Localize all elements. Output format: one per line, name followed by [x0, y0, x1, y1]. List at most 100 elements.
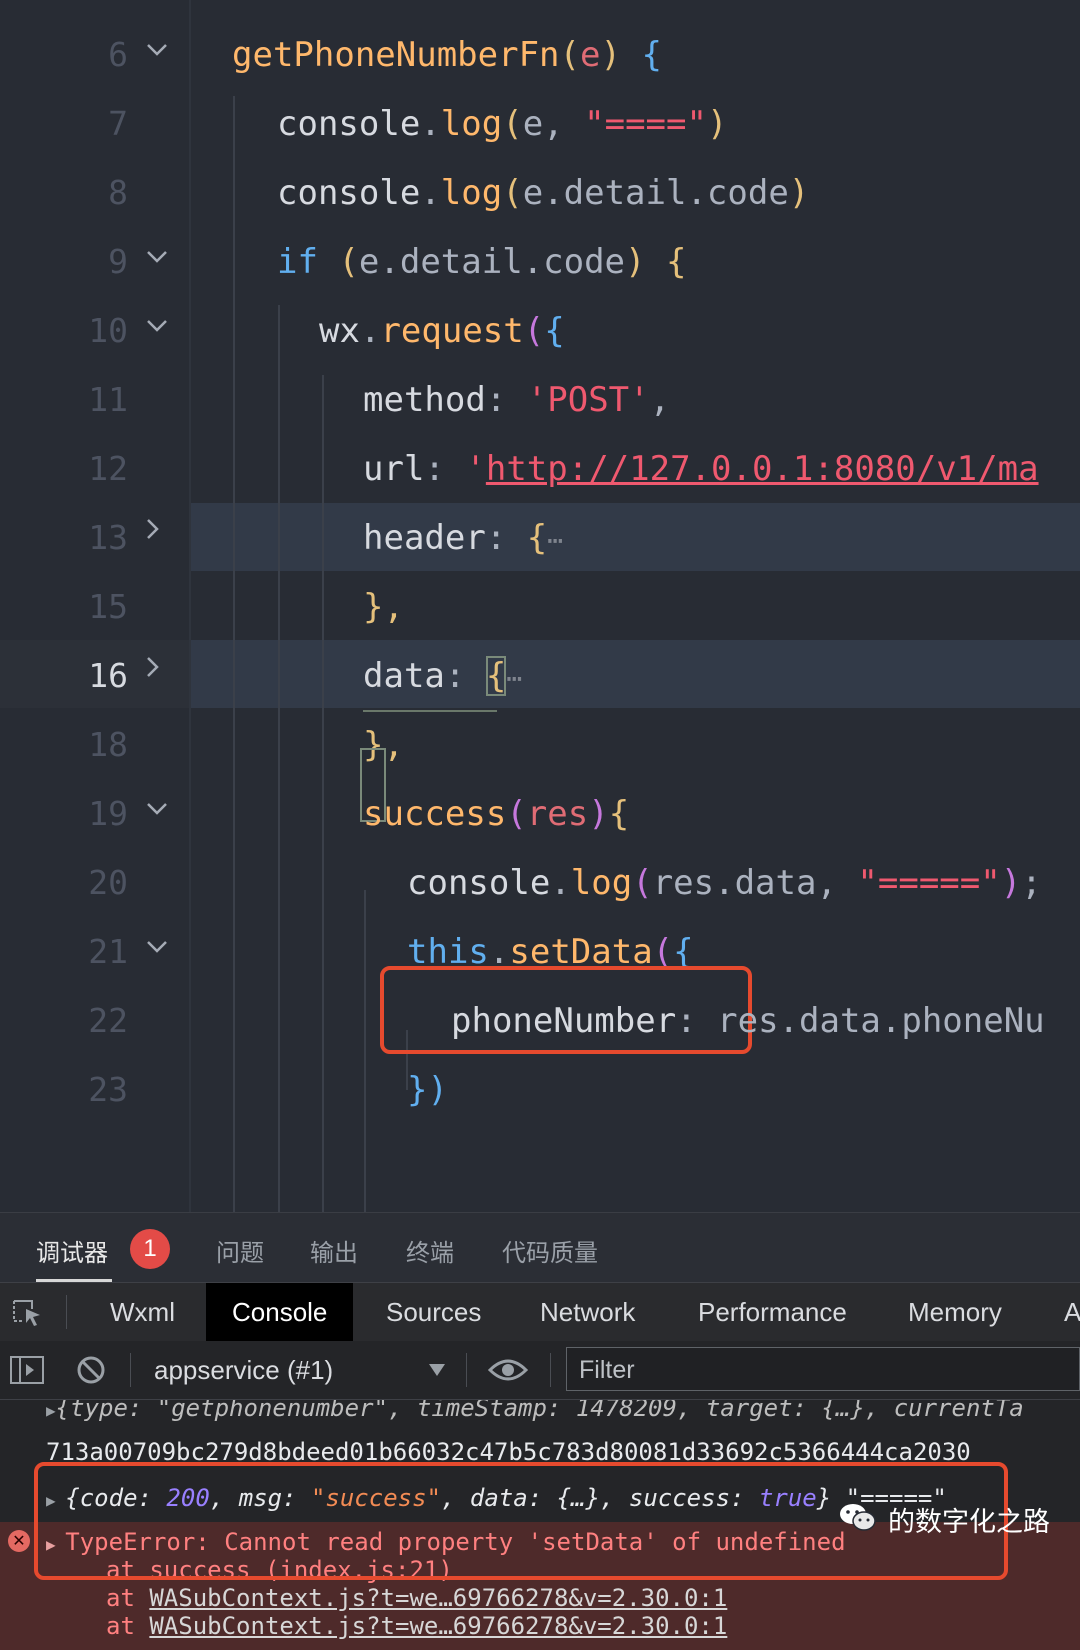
- object-key: data: [363, 656, 445, 696]
- tab-debugger[interactable]: 调试器: [36, 1233, 108, 1268]
- code-line-13[interactable]: header: {⋯: [363, 518, 563, 561]
- value-expression: res.data.phoneNu: [717, 1001, 1045, 1041]
- bottom-panel-tabs: 调试器 1 问题 输出 终端 代码质量: [0, 1212, 1080, 1283]
- keyword: if: [277, 242, 318, 282]
- function-name: success: [363, 794, 507, 834]
- line-number: 11: [88, 380, 128, 419]
- code-line-23[interactable]: }): [407, 1070, 448, 1110]
- string-literal: "=====": [857, 863, 1001, 903]
- argument: res.data: [652, 863, 817, 903]
- console-toolbar: appservice (#1) Filter: [0, 1341, 1080, 1400]
- code-line-16[interactable]: data: {⋯: [363, 656, 522, 699]
- code-line-11[interactable]: method: 'POST',: [363, 380, 670, 420]
- code-line-6[interactable]: getPhoneNumberFn(e) {: [232, 35, 662, 75]
- fold-chevron-right-icon[interactable]: [146, 650, 160, 690]
- error-count-badge: 1: [130, 1229, 170, 1269]
- string-literal: 'POST': [526, 380, 650, 420]
- toolbar-divider: [130, 1353, 131, 1387]
- object-key: url: [363, 449, 425, 489]
- matched-bracket: {: [485, 656, 507, 696]
- tab-performance[interactable]: Performance: [672, 1283, 873, 1341]
- clear-console-icon[interactable]: [76, 1355, 106, 1385]
- line-number: 7: [108, 104, 128, 143]
- code-line-20[interactable]: console.log(res.data, "=====");: [407, 863, 1042, 903]
- condition: e.detail.code: [358, 242, 626, 282]
- dropdown-arrow-icon[interactable]: [428, 1363, 446, 1377]
- fold-chevron-right-icon[interactable]: [146, 512, 160, 552]
- code-line-9[interactable]: if (e.detail.code) {: [277, 242, 686, 282]
- context-selector[interactable]: appservice (#1): [154, 1355, 333, 1386]
- bracket-match-line: [363, 710, 497, 712]
- object-key: header: [363, 518, 486, 558]
- code-line-7[interactable]: console.log(e, "===="): [277, 104, 727, 144]
- method-name: log: [570, 863, 633, 903]
- function-name: getPhoneNumberFn: [232, 35, 560, 75]
- code-line-22[interactable]: phoneNumber: res.data.phoneNu: [451, 1001, 1045, 1041]
- line-number: 23: [88, 1070, 128, 1109]
- filter-input[interactable]: Filter: [566, 1347, 1080, 1391]
- tab-network[interactable]: Network: [514, 1283, 661, 1341]
- argument: e: [522, 104, 544, 144]
- tab-sources[interactable]: Sources: [360, 1283, 507, 1341]
- fold-chevron-down-icon[interactable]: [146, 29, 168, 69]
- folded-ellipsis[interactable]: ⋯: [547, 526, 563, 556]
- inspect-element-icon[interactable]: [12, 1297, 42, 1327]
- code-line-8[interactable]: console.log(e.detail.code): [277, 173, 809, 213]
- identifier: console: [277, 104, 421, 144]
- code-line-15[interactable]: },: [363, 587, 404, 627]
- tab-code-quality[interactable]: 代码质量: [502, 1233, 598, 1268]
- error-icon: ✕: [8, 1530, 30, 1552]
- indent-guide: [233, 96, 235, 1212]
- devtools-tabbar: Wxml Console Sources Network Performance…: [0, 1282, 1080, 1342]
- line-number: 13: [88, 518, 128, 557]
- identifier: console: [277, 173, 421, 213]
- log-line-event[interactable]: ▶{type: "getphonenumber", timeStamp: 147…: [46, 1400, 1024, 1422]
- line-number: 8: [108, 173, 128, 212]
- code-line-10[interactable]: wx.request({: [319, 311, 565, 351]
- line-number: 19: [88, 794, 128, 833]
- string-literal: "====": [584, 104, 707, 144]
- line-number: 15: [88, 587, 128, 626]
- fold-chevron-down-icon[interactable]: [146, 305, 168, 345]
- tab-terminal[interactable]: 终端: [406, 1233, 454, 1268]
- code-line-19[interactable]: success(res){: [363, 794, 629, 834]
- stack-frame: at WASubContext.js?t=we…69766278&v=2.30.…: [106, 1584, 728, 1612]
- tab-application-truncated[interactable]: A: [1038, 1283, 1080, 1341]
- tab-wxml[interactable]: Wxml: [84, 1283, 201, 1341]
- fold-chevron-down-icon[interactable]: [146, 788, 168, 828]
- identifier: wx: [319, 311, 360, 351]
- fold-chevron-down-icon[interactable]: [146, 926, 168, 966]
- url-link[interactable]: http://127.0.0.1:8080/v1/ma: [486, 449, 1039, 489]
- code-editor[interactable]: 6 7 8 9 10 11 12 13 15 16 18 19 20 21 22 23 getPhoneNum…: [0, 0, 1080, 1212]
- line-number: 10: [88, 311, 128, 350]
- stack-frame: at WASubContext.js?t=we…69766278&v=2.30.…: [106, 1612, 728, 1640]
- toolbar-divider: [550, 1353, 551, 1387]
- line-number: 20: [88, 863, 128, 902]
- source-link[interactable]: WASubContext.js?t=we…69766278&v=2.30.0:1: [149, 1584, 727, 1612]
- line-number: 12: [88, 449, 128, 488]
- tab-problems[interactable]: 问题: [216, 1233, 264, 1268]
- code-line-12[interactable]: url: 'http://127.0.0.1:8080/v1/ma: [363, 449, 1039, 489]
- toolbar-divider: [466, 1353, 467, 1387]
- gutter-separator: [189, 0, 191, 1212]
- line-number: 18: [88, 725, 128, 764]
- identifier: console: [407, 863, 551, 903]
- line-number: 6: [108, 35, 128, 74]
- folded-ellipsis[interactable]: ⋯: [506, 664, 522, 694]
- tab-console[interactable]: Console: [206, 1283, 354, 1341]
- watermark-text: 的数字化之路: [888, 1507, 1050, 1538]
- sidebar-toggle-icon[interactable]: [10, 1355, 44, 1385]
- tab-output[interactable]: 输出: [310, 1233, 358, 1268]
- tab-memory[interactable]: Memory: [882, 1283, 1028, 1341]
- object-key: phoneNumber: [451, 1001, 677, 1041]
- argument: e.detail.code: [522, 173, 789, 213]
- eye-icon[interactable]: [488, 1356, 528, 1384]
- line-number: 22: [88, 1001, 128, 1040]
- closing-brace: },: [363, 587, 404, 627]
- fold-chevron-down-icon[interactable]: [146, 236, 168, 276]
- line-number: 9: [108, 242, 128, 281]
- line-number: 16: [88, 656, 128, 695]
- expand-triangle-icon[interactable]: ▶: [46, 1401, 56, 1420]
- source-link[interactable]: WASubContext.js?t=we…69766278&v=2.30.0:1: [149, 1612, 727, 1640]
- toolbar-divider: [66, 1295, 67, 1329]
